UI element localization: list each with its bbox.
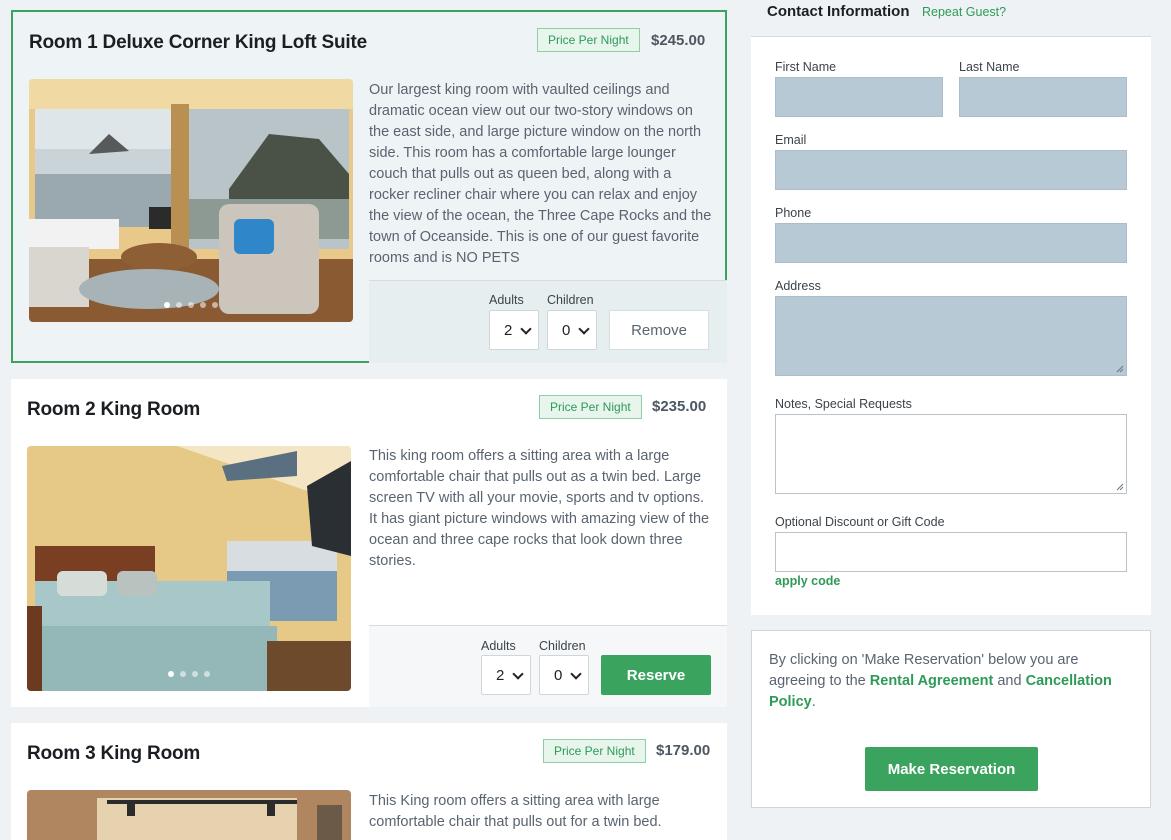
contact-header: Contact Information Repeat Guest? [751,0,1151,37]
price-per-night-badge: Price Per Night [543,739,646,763]
room-description: Our largest king room with vaulted ceili… [369,82,712,266]
adults-value: 2 [504,321,513,339]
address-label: Address [775,279,821,293]
carousel-dot[interactable] [164,302,170,308]
carousel-dot[interactable] [176,302,182,308]
room-photo[interactable] [27,446,351,691]
room-price: $179.00 [656,742,711,759]
photo-carousel-dots[interactable] [164,302,218,308]
children-value: 0 [554,666,563,684]
resize-handle-icon[interactable] [1116,365,1124,373]
apply-code-link[interactable]: apply code [775,574,840,588]
agreement-end: . [811,694,816,710]
contact-form: First Name Last Name Email Phone Address… [751,37,1151,615]
room-controls: Adults Children 2 0 Reserve [369,625,727,707]
rental-agreement-link[interactable]: Rental Agreement [870,673,994,689]
resize-handle-icon[interactable] [1116,483,1124,491]
carousel-dot[interactable] [204,671,210,677]
room-price: $235.00 [652,398,707,415]
discount-code-field[interactable] [775,532,1127,572]
first-name-label: First Name [775,60,837,74]
price-per-night-badge: Price Per Night [537,28,640,52]
email-field[interactable] [775,150,1127,190]
room-card-1: Room 1 Deluxe Corner King Loft Suite Pri… [11,10,727,363]
room-photo-image [29,79,353,322]
children-select[interactable]: 0 [547,310,597,350]
price-per-night-badge: Price Per Night [539,395,642,419]
children-select[interactable]: 0 [539,655,589,695]
room-photo-image [27,446,351,691]
repeat-guest-link[interactable]: Repeat Guest? [922,5,1006,19]
carousel-dot[interactable] [192,671,198,677]
carousel-dot[interactable] [212,302,218,308]
carousel-dot[interactable] [180,671,186,677]
photo-carousel-dots[interactable] [168,671,210,677]
last-name-label: Last Name [959,60,1020,74]
room-photo-image [27,790,351,840]
booking-page: Room 1 Deluxe Corner King Loft Suite Pri… [0,0,1171,840]
chevron-down-icon [520,323,532,335]
room-controls: Adults Children 2 0 Remove [369,280,727,363]
room-card-2: Room 2 King Room Price Per Night $235.00 [11,379,727,707]
room-photo[interactable] [29,79,353,322]
room-card-3: Room 3 King Room Price Per Night $179.00… [11,723,727,840]
notes-field[interactable] [775,414,1127,494]
room-title: Room 1 Deluxe Corner King Loft Suite [29,32,367,53]
children-label: Children [539,639,586,653]
notes-label: Notes, Special Requests [775,397,912,411]
last-name-field[interactable] [959,77,1127,117]
phone-label: Phone [775,206,812,220]
remove-button[interactable]: Remove [609,310,709,350]
phone-field[interactable] [775,223,1127,263]
adults-label: Adults [481,639,516,653]
carousel-dot[interactable] [188,302,194,308]
room-title: Room 2 King Room [27,399,201,420]
reserve-button[interactable]: Reserve [601,655,711,695]
carousel-dot[interactable] [168,671,174,677]
agreement-text: By clicking on 'Make Reservation' below … [769,650,1129,713]
chevron-down-icon [570,668,582,680]
children-value: 0 [562,321,571,339]
room-description: This King room offers a sitting area wit… [369,793,662,830]
email-label: Email [775,133,807,147]
chevron-down-icon [578,323,590,335]
chevron-down-icon [512,668,524,680]
agreement-and: and [993,673,1026,689]
children-label: Children [547,293,594,307]
adults-select[interactable]: 2 [489,310,539,350]
agreement-panel: By clicking on 'Make Reservation' below … [751,630,1151,808]
adults-select[interactable]: 2 [481,655,531,695]
contact-title: Contact Information [767,3,910,20]
adults-value: 2 [496,666,505,684]
room-photo[interactable] [27,790,351,840]
make-reservation-button[interactable]: Make Reservation [865,747,1038,791]
room-description: This king room offers a sitting area wit… [369,448,710,569]
room-price: $245.00 [651,32,706,49]
adults-label: Adults [489,293,524,307]
address-field[interactable] [775,296,1127,376]
first-name-field[interactable] [775,77,943,117]
carousel-dot[interactable] [200,302,206,308]
discount-label: Optional Discount or Gift Code [775,515,945,529]
room-title: Room 3 King Room [27,743,201,764]
